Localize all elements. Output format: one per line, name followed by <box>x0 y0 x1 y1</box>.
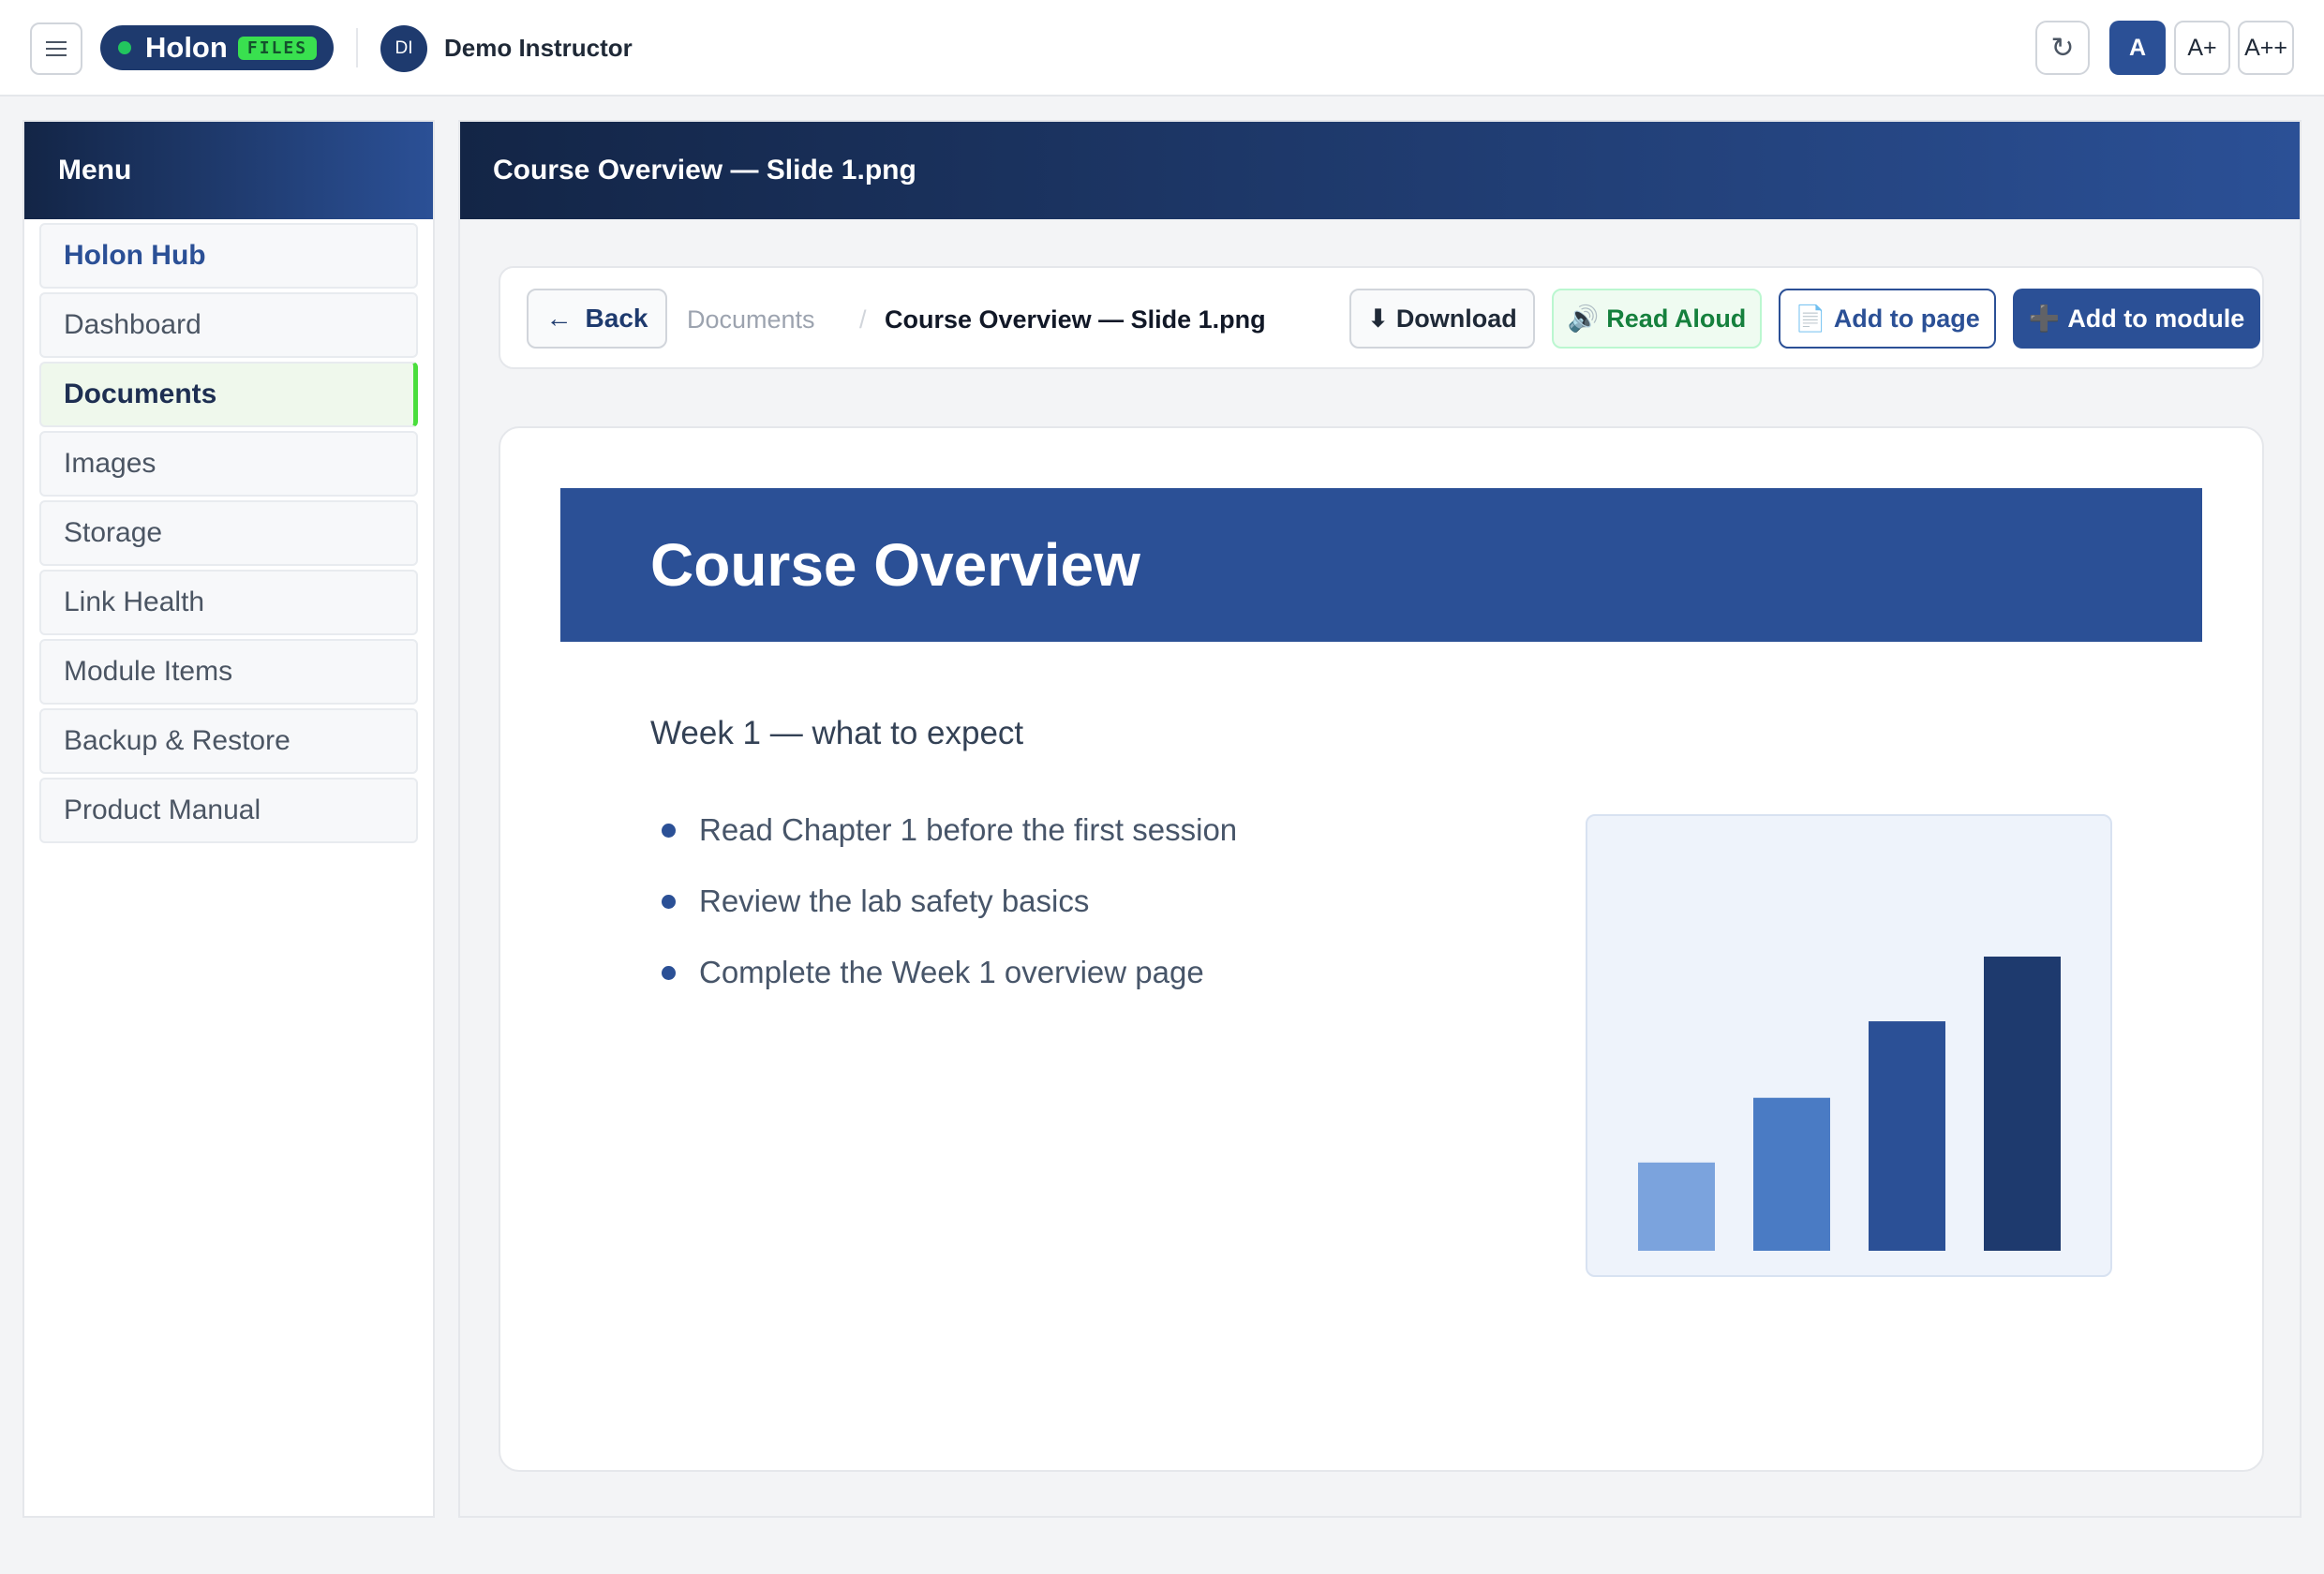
arrow-left-icon: ← <box>545 304 573 333</box>
page-footer-strip <box>0 1538 2324 1574</box>
bullet-icon <box>662 966 676 980</box>
speaker-icon: 🔊 <box>1567 304 1600 333</box>
status-dot-icon <box>118 41 131 54</box>
page-title: Course Overview — Slide 1.png <box>460 122 2300 219</box>
chart-bar-2 <box>1753 1097 1830 1251</box>
bullet-icon <box>662 824 676 838</box>
add-to-page-button[interactable]: 📄 Add to page <box>1779 289 1996 349</box>
slide-bullet-list: Read Chapter 1 before the first session … <box>650 812 1237 1026</box>
sidebar-item-documents[interactable]: Documents <box>39 362 418 427</box>
font-size-large-button[interactable]: A+ <box>2174 21 2230 75</box>
sidebar-item-dashboard[interactable]: Dashboard <box>39 292 418 358</box>
hamburger-icon <box>46 41 67 56</box>
add-to-module-button[interactable]: ➕ Add to module <box>2013 289 2260 349</box>
sidebar-item-images[interactable]: Images <box>39 431 418 497</box>
read-aloud-label: Read Aloud <box>1606 304 1747 333</box>
bar-chart <box>1586 814 2112 1277</box>
back-label: Back <box>585 304 648 333</box>
chart-bar-4 <box>1984 957 2061 1251</box>
avatar[interactable]: DI <box>380 25 427 72</box>
slide-bullet: Read Chapter 1 before the first session <box>650 812 1237 884</box>
slide-bullet: Review the lab safety basics <box>650 884 1237 955</box>
slide-preview: Course Overview Week 1 — what to expect … <box>499 426 2264 1472</box>
slide-bullet: Complete the Week 1 overview page <box>650 955 1237 1026</box>
sidebar-item-storage[interactable]: Storage <box>39 500 418 566</box>
breadcrumb-current: Course Overview — Slide 1.png <box>885 305 1266 334</box>
sidebar-nav: Holon Hub Dashboard Documents Images Sto… <box>24 219 433 843</box>
document-toolbar: ← Back Documents / Course Overview — Sli… <box>499 266 2264 369</box>
refresh-icon: ↻ <box>2050 32 2075 64</box>
chart-bar-3 <box>1869 1021 1945 1251</box>
menu-toggle-button[interactable] <box>30 22 82 75</box>
sidebar-item-holon-hub[interactable]: Holon Hub <box>39 223 418 289</box>
slide-bullet-text: Read Chapter 1 before the first session <box>699 812 1238 847</box>
breadcrumb-documents-link[interactable]: Documents <box>687 305 815 334</box>
font-size-xlarge-button[interactable]: A++ <box>2238 21 2294 75</box>
download-icon: ⬇ <box>1367 304 1389 333</box>
slide-subtitle: Week 1 — what to expect <box>650 715 1024 751</box>
refresh-button[interactable]: ↻ <box>2035 21 2090 75</box>
user-name: Demo Instructor <box>444 34 633 62</box>
read-aloud-button[interactable]: 🔊 Read Aloud <box>1552 289 1762 349</box>
sidebar-item-link-health[interactable]: Link Health <box>39 570 418 635</box>
top-bar: Holon FILES DI Demo Instructor ↻ A A+ A+… <box>0 0 2324 97</box>
bullet-icon <box>662 895 676 909</box>
brand-name: Holon <box>145 31 228 64</box>
divider <box>356 28 358 67</box>
brand-badge: FILES <box>238 37 317 60</box>
slide-bullet-text: Review the lab safety basics <box>699 884 1090 918</box>
page-icon: 📄 <box>1795 304 1826 333</box>
download-button[interactable]: ⬇ Download <box>1349 289 1535 349</box>
sidebar-item-backup-restore[interactable]: Backup & Restore <box>39 708 418 774</box>
download-label: Download <box>1395 304 1517 333</box>
breadcrumb-separator: / <box>859 305 867 334</box>
sidebar-title: Menu <box>24 122 433 219</box>
back-button[interactable]: ← Back <box>527 289 667 349</box>
plus-icon: ➕ <box>2028 304 2061 333</box>
add-to-page-label: Add to page <box>1833 304 1980 333</box>
brand-logo[interactable]: Holon FILES <box>100 25 334 70</box>
sidebar-item-product-manual[interactable]: Product Manual <box>39 778 418 843</box>
bar-chart-svg <box>1638 957 2061 1251</box>
slide-banner: Course Overview <box>560 488 2202 642</box>
sidebar-item-module-items[interactable]: Module Items <box>39 639 418 705</box>
chart-bar-1 <box>1638 1162 1715 1251</box>
font-size-normal-button[interactable]: A <box>2109 21 2166 75</box>
slide-title: Course Overview <box>650 531 1140 599</box>
add-to-module-label: Add to module <box>2067 304 2245 333</box>
main-panel: Course Overview — Slide 1.png ← Back Doc… <box>458 120 2302 1518</box>
slide-bullet-text: Complete the Week 1 overview page <box>699 955 1204 989</box>
sidebar: Menu Holon Hub Dashboard Documents Image… <box>22 120 435 1518</box>
